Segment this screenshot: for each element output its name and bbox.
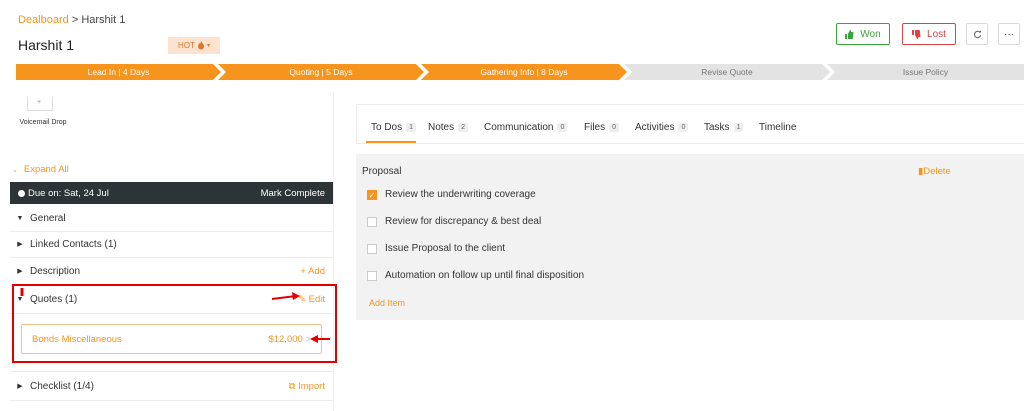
import-icon: ⧉	[288, 380, 296, 392]
tab-count: 1	[406, 123, 417, 132]
tab-count: 1	[733, 123, 744, 132]
caret-right-icon: ▶	[17, 383, 23, 390]
divider	[10, 400, 333, 401]
section-checklist-label: Checklist (1/4)	[30, 380, 94, 392]
add-item-button[interactable]: Add Item	[369, 298, 405, 308]
tab-files[interactable]: Files 0	[584, 122, 620, 133]
annotation-arrow-edit	[271, 292, 300, 300]
tab-timeline[interactable]: Timeline	[759, 122, 796, 133]
tab-activities[interactable]: Activities 0	[635, 122, 689, 133]
tab-todos[interactable]: To Dos 1	[371, 122, 417, 133]
checkbox[interactable]	[367, 243, 377, 254]
todo-item-label: Automation on follow up until final disp…	[385, 270, 585, 281]
checkbox-checked[interactable]: ✓	[367, 189, 377, 200]
tab-count: 2	[458, 123, 469, 132]
todo-item-label: Review the underwriting coverage	[385, 189, 536, 200]
proposal-title: Proposal	[362, 166, 402, 177]
delete-button[interactable]: ▮Delete	[918, 166, 951, 177]
tab-label: Files	[584, 122, 606, 133]
todo-item-label: Issue Proposal to the client	[385, 243, 506, 254]
import-label: Import	[298, 380, 325, 392]
tab-label: Activities	[635, 122, 675, 133]
tab-tasks[interactable]: Tasks 1	[704, 122, 744, 133]
checkbox[interactable]	[367, 270, 377, 281]
annotation-arrow-quote	[310, 335, 330, 343]
todo-item-label: Review for discrepancy & best deal	[385, 216, 542, 227]
tab-label: Timeline	[759, 122, 797, 133]
tab-notes[interactable]: Notes 2	[428, 122, 469, 133]
todo-item[interactable]: Review for discrepancy & best deal	[367, 216, 541, 227]
tab-label: To Dos	[371, 122, 403, 133]
checkbox[interactable]	[367, 216, 377, 227]
tab-label: Notes	[428, 122, 455, 133]
delete-label: Delete	[923, 166, 951, 177]
tab-count: 0	[557, 123, 568, 132]
proposal-card	[356, 154, 1024, 320]
divider	[10, 371, 333, 372]
tab-label: Tasks	[704, 122, 730, 133]
tab-label: Communication	[484, 122, 554, 133]
tab-communication[interactable]: Communication 0	[484, 122, 568, 133]
todo-item[interactable]: Automation on follow up until final disp…	[367, 270, 584, 281]
todo-item[interactable]: ✓ Review the underwriting coverage	[367, 189, 536, 200]
tab-count: 0	[609, 123, 620, 132]
import-checklist-button[interactable]: ⧉ Import	[289, 381, 325, 392]
tab-count: 0	[678, 123, 689, 132]
active-tab-indicator	[366, 141, 416, 143]
section-checklist[interactable]: ▶ Checklist (1/4) ⧉ Import	[10, 378, 333, 394]
todo-item[interactable]: Issue Proposal to the client	[367, 243, 505, 254]
